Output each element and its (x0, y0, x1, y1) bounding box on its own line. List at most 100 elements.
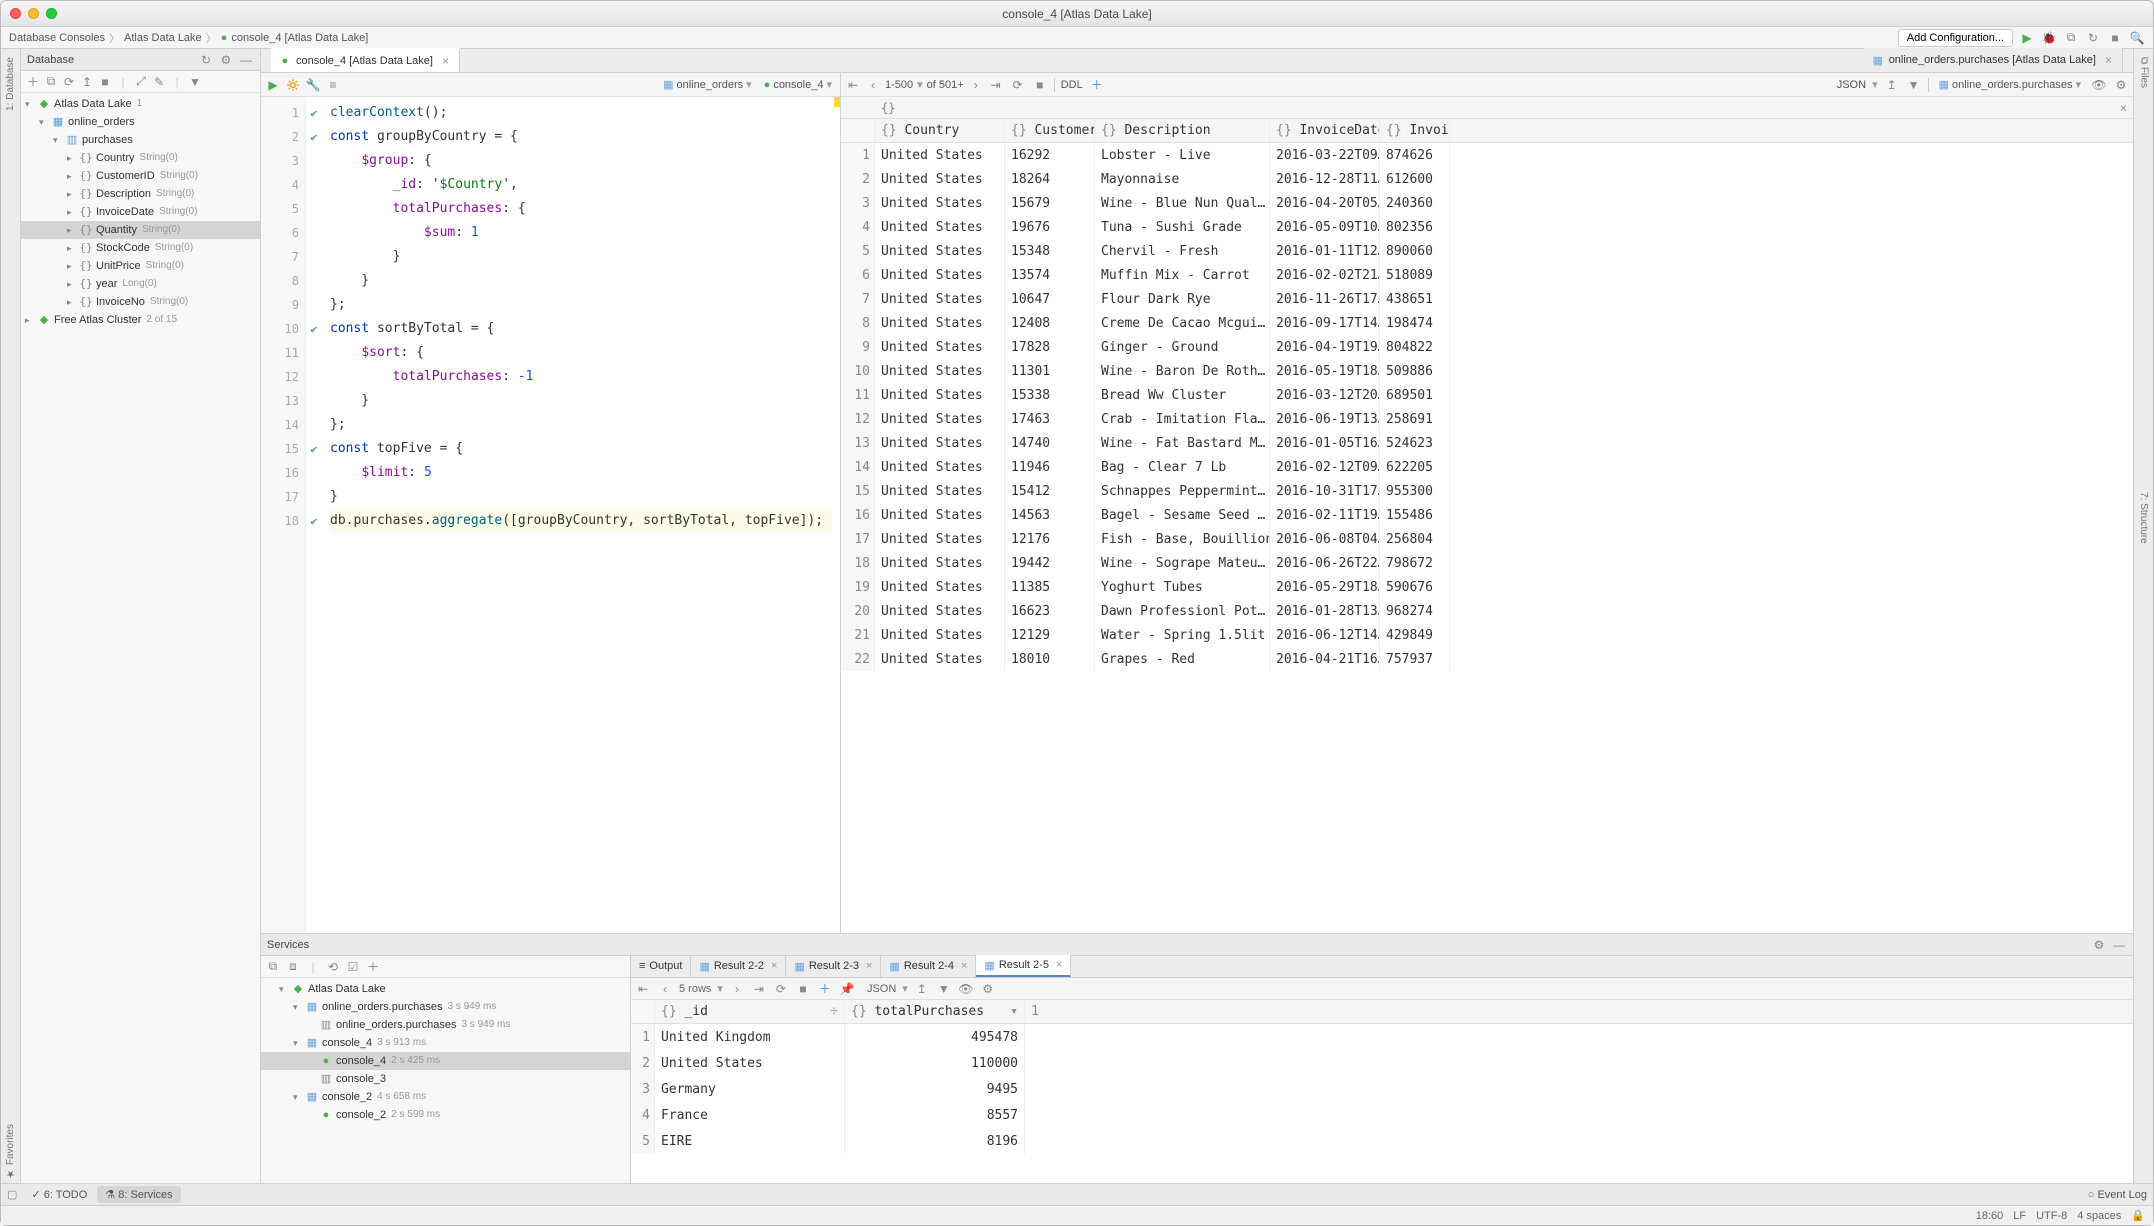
services-tree-item[interactable]: ▾▦console_43 s 913 ms (261, 1034, 630, 1052)
column-header[interactable]: {} totalPurchases▾ (845, 1000, 1025, 1023)
services-tool-tab[interactable]: ⚗ 8: Services (97, 1186, 180, 1203)
add-row-icon[interactable]: ＋ (1089, 77, 1105, 93)
eye-icon[interactable]: 👁 (2091, 77, 2107, 93)
close-icon[interactable]: × (2120, 101, 2127, 115)
tree-field[interactable]: ▸{}DescriptionString(0) (21, 185, 260, 203)
table-row[interactable]: 20United States16623Dawn Professionl Pot… (841, 599, 2133, 623)
results-target-select[interactable]: ▦online_orders.purchases ▾ (1935, 78, 2085, 91)
export-icon[interactable]: ↥ (1884, 77, 1900, 93)
table-row[interactable]: 7United States10647Flour Dark Rye2016-11… (841, 287, 2133, 311)
column-header[interactable]: {} CustomerID (1005, 119, 1095, 142)
breadcrumb-item[interactable]: Atlas Data Lake (124, 32, 202, 44)
close-icon[interactable]: × (2105, 53, 2112, 67)
next-page-icon[interactable]: › (729, 981, 745, 997)
tree-field[interactable]: ▸{}InvoiceNoString(0) (21, 293, 260, 311)
todo-tool-tab[interactable]: ✓ 6: TODO (23, 1186, 95, 1203)
table-row[interactable]: 22United States18010Grapes - Red2016-04-… (841, 647, 2133, 671)
encoding[interactable]: UTF-8 (2036, 1210, 2067, 1222)
tree-field[interactable]: ▸{}QuantityString(0) (21, 221, 260, 239)
maximize-window-button[interactable] (46, 8, 57, 19)
filter-icon[interactable]: ▼ (936, 981, 952, 997)
console-select[interactable]: ●console_4 ▾ (760, 78, 836, 91)
first-page-icon[interactable]: ⇤ (845, 77, 861, 93)
collapse-icon[interactable]: ⧈ (285, 959, 301, 975)
table-row[interactable]: 14United States11946Bag - Clear 7 Lb2016… (841, 455, 2133, 479)
indent-settings[interactable]: 4 spaces (2077, 1210, 2121, 1222)
stop-icon[interactable]: ■ (1032, 77, 1048, 93)
close-window-button[interactable] (10, 8, 21, 19)
ddl-button[interactable]: DDL (1061, 79, 1083, 91)
reload-icon[interactable]: ⟳ (773, 981, 789, 997)
tree-field[interactable]: ▸{}StockCodeString(0) (21, 239, 260, 257)
services-tab[interactable]: ▦Result 2-2× (691, 955, 786, 977)
table-row[interactable]: 6United States13574Muffin Mix - Carrot20… (841, 263, 2133, 287)
stop-icon[interactable]: ■ (2107, 30, 2123, 46)
last-page-icon[interactable]: ⇥ (988, 77, 1004, 93)
gear-icon[interactable]: ⚙ (2113, 77, 2129, 93)
run-icon[interactable]: ▶ (2019, 30, 2035, 46)
services-tree-item[interactable]: ▾▦online_orders.purchases3 s 949 ms (261, 998, 630, 1016)
add-icon[interactable]: ＋ (365, 959, 381, 975)
table-row[interactable]: 12United States17463Crab - Imitation Fla… (841, 407, 2133, 431)
expand-icon[interactable]: ⧉ (265, 959, 281, 975)
run-icon[interactable]: ▶ (265, 77, 281, 93)
table-row[interactable]: 5United States15348Chervil - Fresh2016-0… (841, 239, 2133, 263)
stop-icon[interactable]: ■ (795, 981, 811, 997)
services-tree-item[interactable]: ●console_22 s 599 ms (261, 1106, 630, 1124)
services-tree-item[interactable]: ▾◆Atlas Data Lake (261, 980, 630, 998)
table-row[interactable]: 10United States11301Wine - Baron De Roth… (841, 359, 2133, 383)
code-editor[interactable]: 123456789101112131415161718 ✔✔✔✔✔ clearC… (261, 97, 840, 933)
search-icon[interactable]: 🔍 (2129, 30, 2145, 46)
table-row[interactable]: 3Germany9495 (631, 1076, 2133, 1102)
first-page-icon[interactable]: ⇤ (635, 981, 651, 997)
tree-collection[interactable]: ▾▥ purchases (21, 131, 260, 149)
wrench-icon[interactable]: 🔧 (305, 77, 321, 93)
column-header[interactable]: {} Invoic (1380, 119, 1450, 142)
services-tree-item[interactable]: ▥console_3 (261, 1070, 630, 1088)
view-mode-select[interactable]: JSON (867, 983, 896, 995)
next-page-icon[interactable]: › (968, 77, 984, 93)
gear-icon[interactable]: ⚙ (980, 981, 996, 997)
filter-icon[interactable]: ▼ (1906, 77, 1922, 93)
filter-icon[interactable]: ☑ (345, 959, 361, 975)
column-header[interactable]: {} InvoiceDate (1270, 119, 1380, 142)
breadcrumb-item[interactable]: Database Consoles (9, 32, 105, 44)
prev-page-icon[interactable]: ‹ (865, 77, 881, 93)
filter-icon[interactable]: ▼ (187, 74, 203, 90)
table-row[interactable]: 4France8557 (631, 1102, 2133, 1128)
minimize-window-button[interactable] (28, 8, 39, 19)
last-page-icon[interactable]: ⇥ (751, 981, 767, 997)
table-row[interactable]: 1United States16292Lobster - Live2016-03… (841, 143, 2133, 167)
table-row[interactable]: 18United States19442Wine - Sograpе Mateu… (841, 551, 2133, 575)
table-row[interactable]: 11United States15338Bread Ww Cluster2016… (841, 383, 2133, 407)
files-tool-tab[interactable]: ⧉ Files (2138, 57, 2150, 88)
duplicate-icon[interactable]: ⧉ (43, 74, 59, 90)
line-separator[interactable]: LF (2013, 1210, 2026, 1222)
column-header[interactable]: {} Country (875, 119, 1005, 142)
table-row[interactable]: 9United States17828Ginger - Ground2016-0… (841, 335, 2133, 359)
event-log-button[interactable]: ○ Event Log (2088, 1189, 2147, 1201)
close-icon[interactable]: × (1056, 959, 1062, 971)
close-icon[interactable]: × (866, 960, 872, 972)
refresh-icon[interactable]: ↻ (198, 52, 214, 68)
eye-icon[interactable]: 👁 (958, 981, 974, 997)
tab-console[interactable]: ● console_4 [Atlas Data Lake] × (271, 48, 460, 72)
hide-icon[interactable]: — (238, 52, 254, 68)
tree-field[interactable]: ▸{}CustomerIDString(0) (21, 167, 260, 185)
hide-icon[interactable]: — (2111, 937, 2127, 953)
services-tab[interactable]: ≡Output (631, 955, 691, 977)
table-row[interactable]: 19United States11385Yoghurt Tubes2016-05… (841, 575, 2133, 599)
table-row[interactable]: 3United States15679Wine - Blue Nun Qual…… (841, 191, 2133, 215)
services-tree-item[interactable]: ●console_42 s 425 ms (261, 1052, 630, 1070)
favorites-tool-tab[interactable]: ★ Favorites (5, 1124, 16, 1179)
services-grid[interactable]: 1United Kingdom4954782United States11000… (631, 1024, 2133, 1183)
add-row-icon[interactable]: ＋ (817, 981, 833, 997)
edit-icon[interactable]: ✎ (151, 74, 167, 90)
prev-page-icon[interactable]: ‹ (657, 981, 673, 997)
cursor-position[interactable]: 18:60 (1976, 1210, 2004, 1222)
table-row[interactable]: 5EIRE8196 (631, 1128, 2133, 1154)
close-icon[interactable]: × (961, 960, 967, 972)
results-grid[interactable]: 1United States16292Lobster - Live2016-03… (841, 143, 2133, 933)
sync-icon[interactable]: ⟳ (61, 74, 77, 90)
table-row[interactable]: 2United States18264Mayonnaise2016-12-28T… (841, 167, 2133, 191)
